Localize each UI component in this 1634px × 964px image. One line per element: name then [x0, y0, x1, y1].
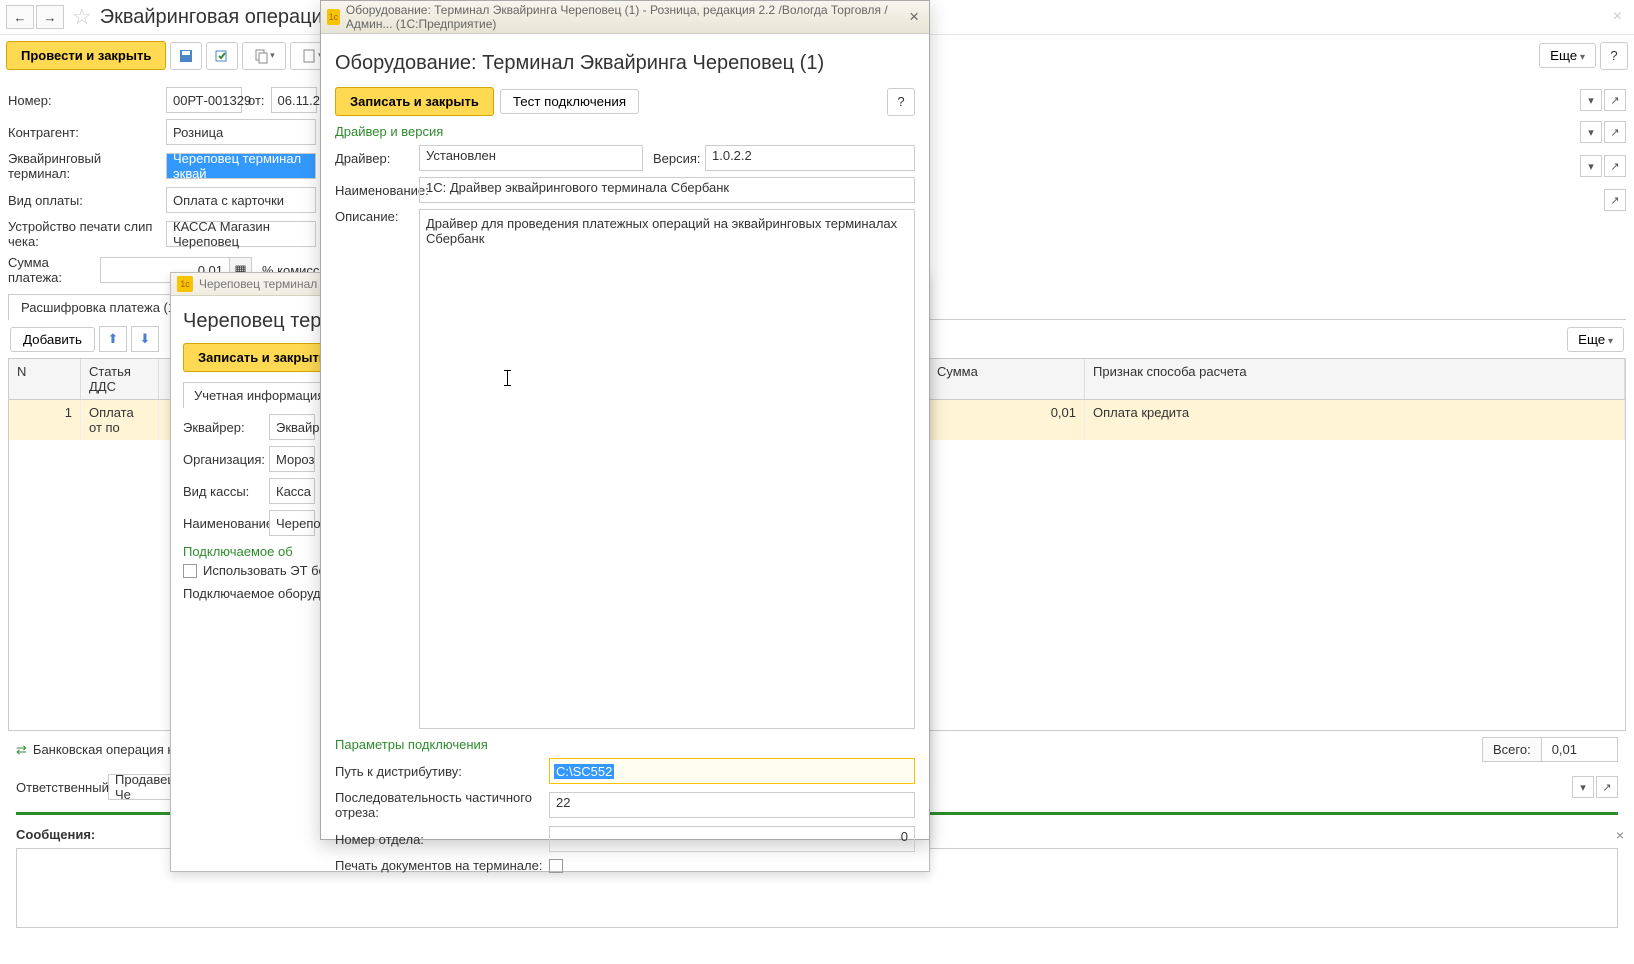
description-textarea[interactable]: Драйвер для проведения платежных операци…: [419, 209, 915, 729]
dropdown-icon[interactable]: ▾: [1572, 776, 1594, 798]
dept-number-input[interactable]: 0: [549, 826, 915, 852]
print-on-terminal-checkbox[interactable]: [549, 859, 563, 873]
messages-label: Сообщения:: [8, 821, 103, 848]
organization-input[interactable]: Мороз: [269, 446, 315, 472]
post-and-close-button[interactable]: Провести и закрыть: [6, 41, 166, 70]
driver-name-input[interactable]: 1С: Драйвер эквайрингового терминала Сбе…: [419, 177, 915, 203]
app-logo-icon: 1c: [177, 276, 193, 292]
total-value: 0,01: [1542, 738, 1617, 761]
paytype-input[interactable]: Оплата с карточки: [166, 187, 316, 213]
section-driver: Драйвер и версия: [335, 124, 915, 139]
dist-path-input[interactable]: C:\SC552: [549, 758, 915, 784]
number-label: Номер:: [8, 93, 166, 108]
use-et-label: Использовать ЭТ бе: [203, 563, 326, 578]
move-down-button[interactable]: ⬇: [131, 326, 159, 352]
col-n: N: [9, 359, 81, 399]
dropdown-icon[interactable]: ▾: [1580, 155, 1602, 177]
dropdown-icon[interactable]: ▾: [1580, 121, 1602, 143]
partial-cut-label: Последовательность частичного отреза:: [335, 790, 549, 820]
dropdown-icon[interactable]: ▾: [1580, 89, 1602, 111]
more-button[interactable]: Еще: [1539, 43, 1596, 68]
based-on-button[interactable]: ▾: [242, 42, 286, 70]
nav-back-button[interactable]: ←: [6, 5, 34, 29]
description-label: Описание:: [335, 209, 419, 224]
bank-status-text: Банковская операция не: [33, 742, 182, 757]
window-close-icon[interactable]: ×: [905, 7, 923, 27]
page-title: Эквайринговая операция: [100, 6, 334, 29]
slip-device-input[interactable]: КАССА Магазин Череповец: [166, 221, 316, 247]
tab-account-info[interactable]: Учетная информация: [183, 382, 335, 408]
use-et-checkbox[interactable]: [183, 564, 197, 578]
terminal-label: Эквайринговый терминал:: [8, 151, 166, 181]
section-conn-params: Параметры подключения: [335, 737, 915, 752]
kassa-type-label: Вид кассы:: [183, 484, 269, 499]
dist-path-label: Путь к дистрибутиву:: [335, 764, 549, 779]
payment-sum-label: Сумма платежа:: [8, 255, 100, 285]
terminal-input[interactable]: Череповец терминал эквай: [166, 153, 316, 179]
responsible-label: Ответственный:: [16, 780, 108, 795]
move-up-button[interactable]: ⬆: [99, 326, 127, 352]
driver-name-label: Наименование:: [335, 183, 419, 198]
driver-label: Драйвер:: [335, 151, 419, 166]
version-input[interactable]: 1.0.2.2: [705, 145, 915, 171]
paytype-label: Вид оплаты:: [8, 193, 166, 208]
version-label: Версия:: [653, 151, 705, 166]
acquirer-input[interactable]: Эквайр: [269, 414, 315, 440]
partial-cut-input[interactable]: 22: [549, 792, 915, 818]
post-icon-button[interactable]: [206, 42, 238, 70]
driver-input[interactable]: Установлен: [419, 145, 643, 171]
naming-label: Наименование:: [183, 516, 269, 531]
open-icon[interactable]: ↗: [1604, 189, 1626, 211]
number-input[interactable]: 00РТ-001329: [166, 87, 242, 113]
nav-forward-button[interactable]: →: [36, 5, 64, 29]
win3-titlebar[interactable]: 1c Оборудование: Терминал Эквайринга Чер…: [321, 1, 929, 34]
total-label: Всего:: [1483, 738, 1542, 761]
add-row-button[interactable]: Добавить: [10, 327, 95, 352]
col-dds: Статья ДДС: [81, 359, 159, 399]
col-sum: Сумма: [929, 359, 1085, 399]
write-and-close-button[interactable]: Записать и закрыть: [335, 87, 494, 116]
counterparty-label: Контрагент:: [8, 125, 166, 140]
test-connection-button[interactable]: Тест подключения: [500, 89, 639, 114]
write-and-close-button[interactable]: Записать и закрыть: [183, 343, 342, 372]
help-button[interactable]: ?: [887, 88, 915, 116]
open-icon[interactable]: ↗: [1604, 89, 1626, 111]
app-logo-icon: 1c: [327, 9, 340, 25]
date-label: от:: [248, 93, 265, 108]
tab-payment-breakdown[interactable]: Расшифровка платежа (1): [8, 294, 192, 320]
naming-input[interactable]: Черепо: [269, 510, 315, 536]
favorite-star-icon[interactable]: ☆: [72, 4, 92, 30]
dept-number-label: Номер отдела:: [335, 832, 549, 847]
kassa-type-input[interactable]: Касса: [269, 478, 315, 504]
open-icon[interactable]: ↗: [1604, 155, 1626, 177]
print-on-terminal-label: Печать документов на терминале:: [335, 858, 549, 873]
slip-device-label: Устройство печати слип чека:: [8, 219, 166, 249]
close-icon[interactable]: ×: [1607, 8, 1628, 26]
help-button[interactable]: ?: [1600, 42, 1628, 70]
acquirer-label: Эквайрер:: [183, 420, 269, 435]
win3-title: Оборудование: Терминал Эквайринга Черепо…: [335, 52, 915, 75]
messages-close-icon[interactable]: ×: [1616, 827, 1624, 843]
save-icon-button[interactable]: [170, 42, 202, 70]
col-method: Признак способа расчета: [1085, 359, 1625, 399]
open-icon[interactable]: ↗: [1604, 121, 1626, 143]
open-icon[interactable]: ↗: [1596, 776, 1618, 798]
bank-status-icon: ⇄: [16, 742, 27, 758]
grid-more-button[interactable]: Еще: [1567, 327, 1624, 352]
counterparty-input[interactable]: Розница: [166, 119, 316, 145]
text-cursor-icon: [507, 370, 508, 386]
date-input[interactable]: 06.11.2: [271, 87, 317, 113]
organization-label: Организация:: [183, 452, 269, 467]
